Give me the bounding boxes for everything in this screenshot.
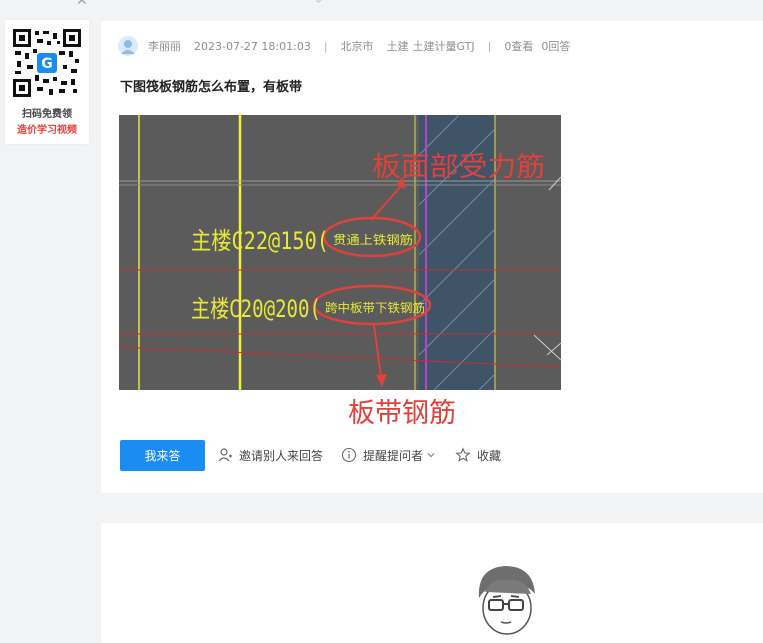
annotation-label-top: 板面部受力筋 xyxy=(372,152,545,183)
post-datetime: 2023-07-27 18:01:03 xyxy=(194,39,311,53)
cad-label-circle2: 跨中板带下铁钢筋 xyxy=(325,300,425,315)
category-tag[interactable]: 土建 xyxy=(387,38,409,54)
question-meta: 李丽丽 2023-07-27 18:01:03 | 北京市 土建 土建计量GTJ… xyxy=(118,36,583,56)
question-title[interactable]: 下图筏板钢筋怎么布置，有板带 xyxy=(120,76,302,95)
meta-divider: | xyxy=(487,39,492,53)
answer-count: 0回答 xyxy=(541,40,571,53)
empty-state-illustration xyxy=(471,558,545,642)
author-name[interactable]: 李丽丽 xyxy=(148,38,181,54)
person-add-icon xyxy=(218,448,232,462)
qr-code-image: G xyxy=(13,29,81,97)
qr-promo-highlight: 造价学习视频 xyxy=(17,125,77,136)
qr-promo-text: 扫码免费领 xyxy=(22,109,72,120)
category-tag[interactable]: 土建计量GTJ xyxy=(413,38,475,54)
question-card: 李丽丽 2023-07-27 18:01:03 | 北京市 土建 土建计量GTJ… xyxy=(101,21,763,493)
favorite-button[interactable]: 收藏 xyxy=(455,447,501,464)
info-icon xyxy=(341,447,357,463)
cad-label-main1: 主楼C22@150( xyxy=(191,227,329,255)
qr-promo-card[interactable]: G 扫码免费领 造价学习视频 xyxy=(5,20,89,144)
cad-label-main2: 主楼C20@200( xyxy=(191,295,321,323)
question-image[interactable]: 主楼C22@150( 贯通上铁钢筋 主楼C20@200( 跨中板带下铁钢筋 板面… xyxy=(119,115,561,390)
invite-label: 邀请别人来回答 xyxy=(239,448,324,463)
action-bar: 我来答 邀请别人来回答 提醒提问者 收藏 xyxy=(120,439,519,471)
location-tag: 北京市 xyxy=(340,40,374,53)
cad-label-circle1: 贯通上铁钢筋 xyxy=(333,232,413,247)
close-icon[interactable]: ✕ xyxy=(76,0,90,8)
remind-label: 提醒提问者 xyxy=(363,448,424,463)
view-count: 0查看 xyxy=(504,40,534,53)
answers-section xyxy=(101,523,763,643)
remind-asker-button[interactable]: 提醒提问者 xyxy=(341,447,437,464)
chevron-down-icon xyxy=(427,453,435,458)
answer-button[interactable]: 我来答 xyxy=(120,439,205,471)
image-annotation-bottom: 板带钢筋 xyxy=(348,398,456,429)
user-avatar-icon xyxy=(118,36,138,56)
chevron-down-icon xyxy=(312,0,325,3)
svg-text:G: G xyxy=(41,56,53,72)
meta-divider: | xyxy=(323,39,328,53)
favorite-label: 收藏 xyxy=(477,448,502,463)
invite-button[interactable]: 邀请别人来回答 xyxy=(217,447,323,464)
avatar[interactable] xyxy=(118,36,138,56)
star-icon xyxy=(455,447,471,462)
